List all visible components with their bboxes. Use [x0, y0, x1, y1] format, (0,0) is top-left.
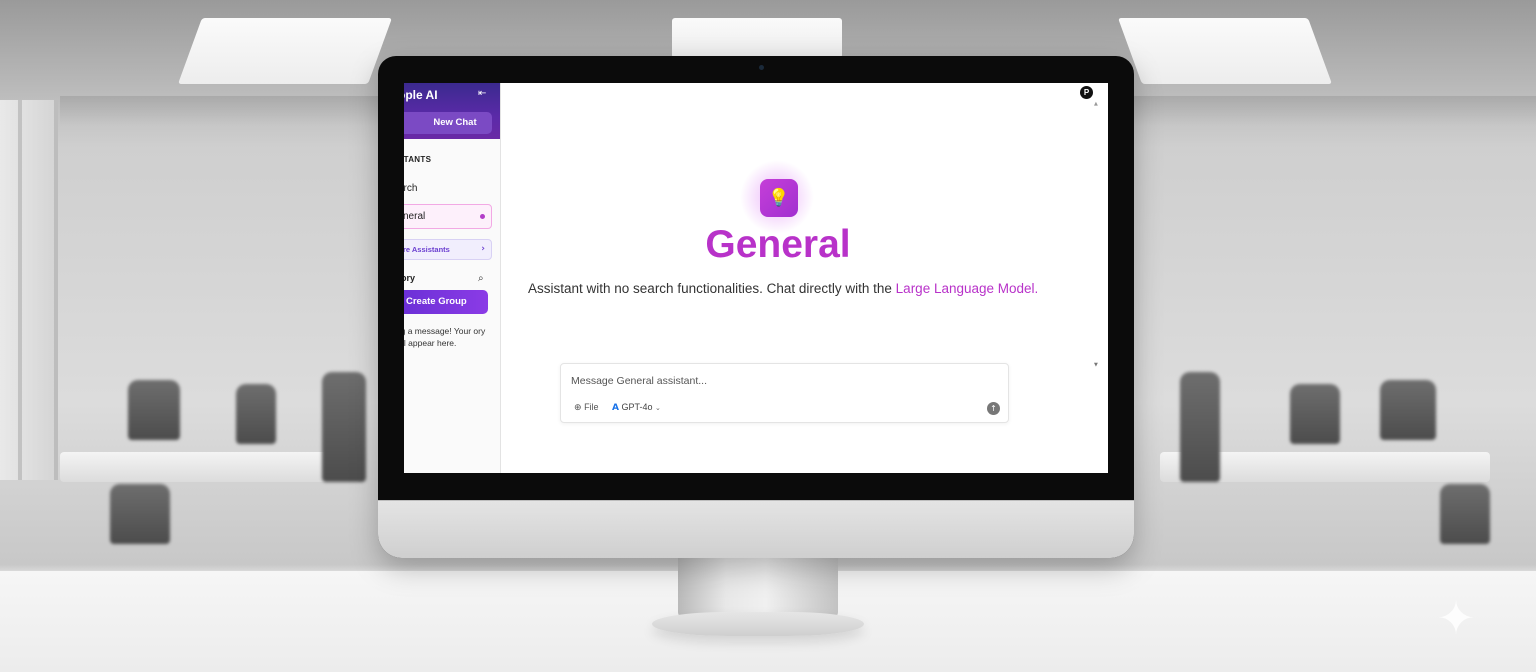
- background-chair: [1180, 372, 1220, 482]
- sidebar: ople AI ⇤ New Chat STANTS arch neral re …: [404, 83, 501, 473]
- azure-icon: A: [612, 403, 619, 413]
- explore-assistants-button[interactable]: re Assistants ›: [404, 239, 492, 260]
- app-brand: ople AI: [404, 88, 438, 102]
- assistants-section-title: STANTS: [404, 155, 432, 164]
- message-composer: ⊕ File A GPT-4o ⌄ ↑: [560, 363, 1009, 423]
- sidebar-item-label: neral: [404, 211, 426, 222]
- background-chair: [110, 484, 170, 544]
- sidebar-item-general[interactable]: neral: [404, 204, 492, 229]
- description-highlight: Large Language Model.: [895, 281, 1039, 296]
- chevron-right-icon: ›: [481, 244, 485, 254]
- webcam: [759, 65, 764, 70]
- history-empty-note: ing a message! Your ory will appear here…: [404, 326, 486, 348]
- app-screen: ople AI ⇤ New Chat STANTS arch neral re …: [404, 83, 1108, 473]
- user-avatar[interactable]: P: [1080, 86, 1093, 99]
- sidebar-header: ople AI ⇤ New Chat: [404, 83, 500, 139]
- collapse-sidebar-icon[interactable]: ⇤: [478, 88, 490, 100]
- description-text: Assistant with no search functionalities…: [528, 281, 896, 296]
- background-chair: [128, 380, 180, 440]
- explore-assistants-label: re Assistants: [404, 245, 450, 254]
- search-icon[interactable]: ⌕: [478, 273, 484, 284]
- attach-icon: ⊕: [574, 403, 582, 413]
- background-table: [60, 452, 360, 482]
- attach-file-label: File: [584, 402, 599, 412]
- create-group-button[interactable]: Create Group: [404, 290, 488, 314]
- ceiling-light: [672, 18, 842, 58]
- scroll-down-icon[interactable]: ▼: [1094, 362, 1098, 368]
- monitor: ople AI ⇤ New Chat STANTS arch neral re …: [378, 56, 1134, 558]
- office-window: [0, 100, 58, 480]
- history-section-title: tory: [404, 273, 416, 283]
- new-chat-button[interactable]: New Chat: [404, 112, 492, 134]
- monitor-stand: [678, 556, 838, 618]
- scroll-up-icon[interactable]: ▲: [1094, 101, 1098, 107]
- background-chair: [1380, 380, 1436, 440]
- ceiling-light: [177, 18, 393, 84]
- attach-file-button[interactable]: ⊕ File: [574, 402, 599, 413]
- monitor-stand-base: [652, 612, 864, 636]
- sparkle-icon: ✦: [1436, 591, 1476, 645]
- message-input[interactable]: [571, 373, 951, 389]
- background-chair: [1440, 484, 1490, 544]
- background-chair: [1290, 384, 1340, 444]
- background-chair: [236, 384, 276, 444]
- assistant-title: General: [705, 223, 851, 266]
- lightbulb-icon: 💡: [760, 179, 798, 217]
- background-chair: [322, 372, 366, 482]
- ceiling-light: [1117, 18, 1333, 84]
- send-button[interactable]: ↑: [987, 402, 1000, 415]
- active-indicator-dot: [480, 214, 485, 219]
- sidebar-item-search[interactable]: arch: [404, 183, 417, 194]
- model-selector[interactable]: A GPT-4o ⌄: [612, 402, 661, 413]
- chevron-down-icon: ⌄: [655, 404, 661, 412]
- assistant-description: Assistant with no search functionalities…: [528, 281, 1088, 296]
- chat-main: P ▲ ▼ 💡 General Assistant with no search…: [501, 83, 1108, 473]
- model-label: GPT-4o: [621, 402, 653, 412]
- monitor-chin: [378, 500, 1134, 558]
